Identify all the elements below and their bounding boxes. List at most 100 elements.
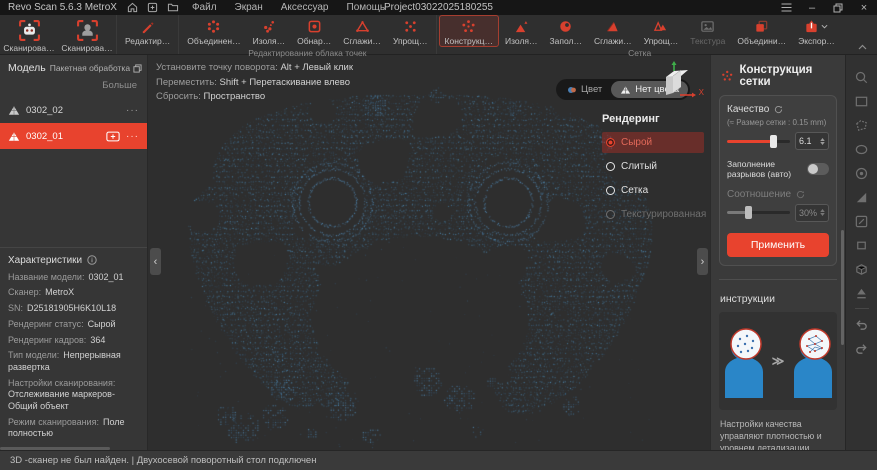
fill-gaps-toggle[interactable] (807, 163, 829, 175)
reset-icon[interactable] (796, 190, 805, 199)
feedback-menu-icon[interactable] (773, 0, 799, 15)
project-title: Project03022025180255 (384, 2, 493, 13)
quality-value-spinner[interactable]: 6.1 (795, 132, 829, 150)
prop-render-status: Рендеринг статус:Сырой (8, 319, 139, 331)
visibility-icon[interactable] (851, 161, 873, 185)
zoom-icon[interactable] (851, 65, 873, 89)
ratio-slider[interactable] (727, 211, 790, 214)
open-folder-icon[interactable] (163, 0, 183, 15)
collapse-right-panel-button[interactable]: › (697, 248, 708, 275)
color-mode-button[interactable]: Цвет (558, 81, 611, 98)
orientation-gizmo[interactable]: X (650, 59, 704, 109)
scan-button-1[interactable]: Сканирова… (0, 15, 58, 54)
menu-file[interactable]: Файл (183, 0, 226, 15)
radio-icon (606, 186, 615, 195)
mesh-smooth-button[interactable]: Сглажи… (588, 15, 638, 47)
new-project-icon[interactable] (143, 0, 163, 15)
merge-pointcloud-button[interactable]: Объединен… (181, 15, 246, 47)
construct-mesh-icon (721, 69, 733, 83)
ratio-value-spinner[interactable]: 30% (795, 204, 829, 222)
model-panel-title: Модель (8, 62, 46, 74)
export-button[interactable]: Экспор… (792, 15, 841, 47)
ellipse-select-icon[interactable] (851, 137, 873, 161)
prop-model-type: Тип модели:Непрерывная развертка (8, 350, 139, 373)
reset-icon[interactable] (774, 105, 783, 114)
home-icon[interactable] (123, 0, 143, 15)
undo-icon[interactable] (851, 312, 873, 336)
quality-slider[interactable] (727, 140, 790, 143)
prop-sn: SN:D25181905H6K10L18 (8, 303, 139, 315)
render-option-raw[interactable]: Сырой (602, 132, 704, 153)
more-button[interactable]: Больше (0, 78, 147, 97)
spinner-arrows-icon[interactable] (820, 209, 825, 216)
quality-card: Качество (≈ Размер сетки : 0.15 mm) 6.1 … (719, 95, 837, 266)
render-title: Рендеринг (602, 113, 704, 125)
restore-button[interactable] (825, 0, 851, 15)
simplify-pointcloud-button[interactable]: Упрощ… (387, 15, 434, 47)
mesh-model-icon (8, 131, 20, 142)
menu-accessory[interactable]: Аксессуар (272, 0, 338, 15)
isolate-pointcloud-button[interactable]: Изоля… (247, 15, 292, 47)
render-option-textured[interactable]: Текстурированная (602, 204, 704, 225)
spinner-arrows-icon[interactable] (820, 138, 825, 145)
lasso-select-icon[interactable] (851, 113, 873, 137)
model-row-0302_01[interactable]: 0302_01 ··· (0, 123, 147, 149)
menu-screen[interactable]: Экран (226, 0, 272, 15)
selection-tools-bar (845, 55, 877, 450)
smooth-pointcloud-button[interactable]: Сглажи… (337, 15, 387, 47)
box-icon[interactable] (851, 257, 873, 281)
ratio-slider-handle[interactable] (745, 206, 752, 219)
redo-icon[interactable] (851, 336, 873, 360)
fill-holes-button[interactable]: Запол… (544, 15, 588, 47)
crop-icon[interactable] (851, 233, 873, 257)
minimize-button[interactable]: – (799, 0, 825, 15)
texture-button[interactable]: Текстура (684, 15, 731, 47)
extract-icon[interactable] (851, 281, 873, 305)
radio-icon (606, 138, 615, 147)
info-icon[interactable] (87, 255, 97, 265)
viewport-hints: Установите точку поворота: Alt + Левый к… (156, 61, 353, 105)
simplify-mesh-icon (653, 19, 668, 34)
toolbar-collapse-icon[interactable] (848, 40, 877, 54)
model-action-icon[interactable] (106, 131, 120, 142)
render-option-mesh[interactable]: Сетка (602, 180, 704, 201)
batch-processing-button[interactable]: Пакетная обработка (50, 63, 142, 73)
apply-button[interactable]: Применить (727, 233, 829, 257)
mesh-simplify-button[interactable]: Упрощ… (638, 15, 685, 47)
scan-robot-icon (18, 18, 41, 43)
chevron-down-icon (821, 24, 828, 29)
model-row-0302_02[interactable]: 0302_02 ··· (0, 97, 147, 123)
edit-button[interactable]: Редактир… (119, 15, 176, 47)
app-title: Revo Scan 5.6.3 MetroX (8, 2, 117, 13)
quality-slider-handle[interactable] (770, 135, 777, 148)
instructions-illustration: ≫ (719, 312, 837, 410)
smooth-mesh-icon (605, 19, 620, 34)
mesh-merge-button[interactable]: Объедини… (731, 15, 792, 47)
divider (855, 308, 869, 309)
main-toolbar: Сканирова… Сканирова… Редактир… Объедине… (0, 15, 877, 55)
scan-bust-icon (76, 18, 99, 43)
model-menu-button[interactable]: ··· (126, 105, 139, 116)
close-button[interactable]: × (851, 0, 877, 15)
title-bar: Revo Scan 5.6.3 MetroX Файл Экран Аксесс… (0, 0, 877, 15)
divider (719, 279, 837, 280)
merge-points-icon (206, 19, 221, 34)
mesh-isolate-button[interactable]: Изоля… (499, 15, 544, 47)
mesh-construction-panel: Конструкция сетки Качество (≈ Размер сет… (710, 55, 845, 450)
overlap-detection-button[interactable]: Обнар… (291, 15, 337, 47)
rect-select-icon[interactable] (851, 89, 873, 113)
mesh-construct-button[interactable]: Конструкц… (439, 15, 500, 47)
model-menu-button[interactable]: ··· (126, 131, 139, 142)
isolate-mesh-icon (514, 19, 529, 34)
quality-label: Качество (727, 104, 769, 115)
scan-button-2[interactable]: Сканирова… (58, 15, 116, 54)
panel-title: Конструкция сетки (739, 64, 835, 88)
window-controls: – × (773, 0, 877, 15)
edit-area-icon[interactable] (851, 209, 873, 233)
collapse-left-panel-button[interactable]: ‹ (150, 248, 161, 275)
render-option-fused[interactable]: Слитый (602, 156, 704, 177)
pen-icon (140, 19, 155, 34)
panel-scrollbar-thumb[interactable] (841, 230, 844, 345)
pointcloud-group-caption: Редактирование облака точек (181, 47, 433, 59)
fill-area-icon[interactable] (851, 185, 873, 209)
